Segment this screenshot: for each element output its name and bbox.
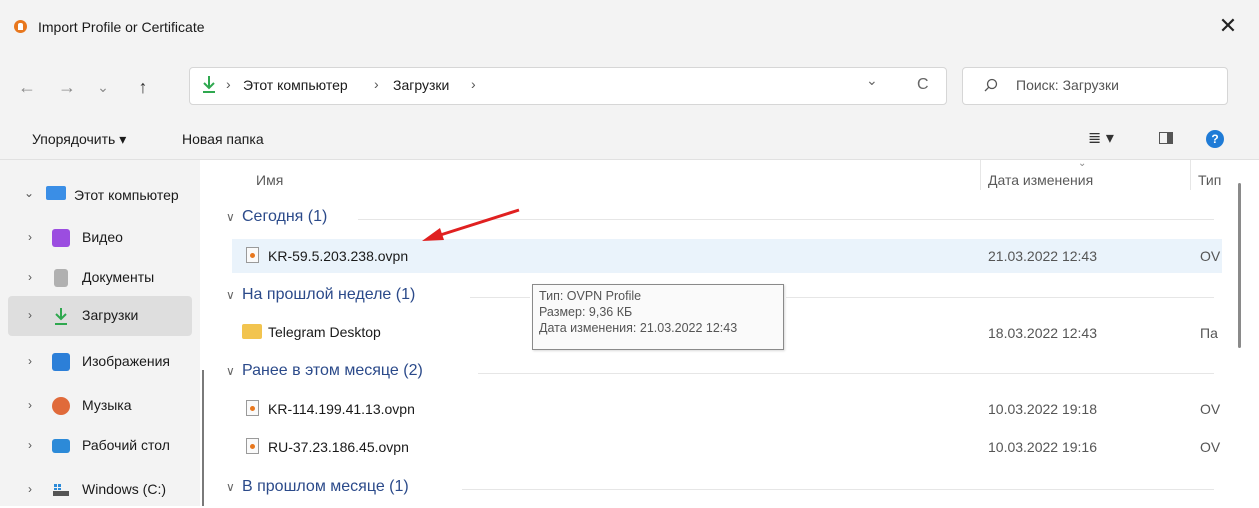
window-title: Import Profile or Certificate	[38, 19, 205, 35]
sort-chevron-icon: ⌄	[1078, 158, 1087, 169]
documents-icon	[54, 269, 68, 287]
file-list-scrollbar[interactable]	[1238, 183, 1241, 348]
expand-chevron-icon[interactable]: ›	[28, 398, 32, 412]
file-name[interactable]: KR-59.5.203.238.ovpn	[268, 248, 408, 264]
file-type: OV	[1200, 439, 1221, 455]
column-divider	[1190, 160, 1191, 190]
file-date: 21.03.2022 12:43	[988, 248, 1097, 264]
sidebar-item-windows-c[interactable]: › Windows (C:)	[0, 472, 200, 508]
file-date: 10.03.2022 19:16	[988, 439, 1097, 455]
organize-button[interactable]: Упорядочить ▾	[32, 131, 126, 148]
group-header-last-month[interactable]: В прошлом месяце (1)	[242, 478, 409, 496]
group-header-earlier-this-month[interactable]: Ранее в этом месяце (2)	[242, 362, 423, 380]
sidebar-item-music[interactable]: › Музыка	[0, 388, 200, 424]
ovpn-file-icon	[246, 400, 259, 416]
up-button[interactable]: ↑	[130, 74, 156, 100]
back-button[interactable]: ←	[14, 74, 40, 100]
expand-chevron-icon[interactable]: ›	[28, 438, 32, 452]
file-tooltip: Тип: OVPN Profile Размер: 9,36 КБ Дата и…	[532, 284, 784, 350]
sidebar-item-label: Музыка	[82, 397, 132, 413]
group-collapse-icon[interactable]: ∨	[226, 210, 235, 224]
file-type: Па	[1200, 325, 1218, 341]
file-name[interactable]: RU-37.23.186.45.ovpn	[268, 439, 409, 455]
computer-icon	[46, 186, 66, 200]
expand-chevron-icon[interactable]: ›	[28, 230, 32, 244]
downloads-icon	[52, 307, 70, 325]
breadcrumb-item-this-pc[interactable]: Этот компьютер	[243, 77, 348, 93]
sidebar-item-video[interactable]: › Видео	[0, 220, 200, 256]
expand-chevron-icon[interactable]: ›	[28, 308, 32, 322]
expand-chevron-icon[interactable]: ›	[28, 270, 32, 284]
new-folder-button[interactable]: Новая папка	[182, 131, 264, 147]
sidebar-item-pictures[interactable]: › Изображения	[0, 344, 200, 380]
sidebar-item-desktop[interactable]: › Рабочий стол	[0, 428, 200, 464]
search-icon	[984, 78, 998, 92]
file-date: 18.03.2022 12:43	[988, 325, 1097, 341]
column-header-name[interactable]: Имя	[256, 172, 283, 188]
ovpn-file-icon	[246, 438, 259, 454]
sidebar-item-label: Изображения	[82, 353, 170, 369]
breadcrumb-item-downloads[interactable]: Загрузки	[393, 77, 449, 93]
group-divider	[478, 373, 1214, 374]
sidebar-item-downloads[interactable]: › Загрузки	[0, 298, 200, 334]
expand-chevron-icon[interactable]: ⌄	[24, 186, 34, 200]
sidebar-item-this-pc[interactable]: ⌄ Этот компьютер	[0, 176, 200, 212]
folder-icon	[242, 324, 262, 339]
expand-chevron-icon[interactable]: ›	[28, 354, 32, 368]
close-button[interactable]: ✕	[1208, 10, 1248, 42]
sidebar-item-label: Windows (C:)	[82, 481, 167, 497]
group-collapse-icon[interactable]: ∨	[226, 364, 235, 378]
sidebar-item-label: Этот компьютер	[74, 187, 179, 203]
recent-locations-button[interactable]: ⌄	[90, 74, 116, 100]
preview-pane-icon[interactable]	[1159, 132, 1173, 144]
app-icon	[14, 20, 27, 33]
sidebar-item-documents[interactable]: › Документы	[0, 260, 200, 296]
pictures-icon	[52, 353, 70, 371]
breadcrumb-separator: ›	[471, 76, 476, 92]
breadcrumb-separator: ›	[226, 76, 231, 92]
tooltip-size: Размер: 9,36 КБ	[539, 305, 633, 319]
sidebar-item-label: Видео	[82, 229, 123, 245]
forward-button[interactable]: →	[54, 74, 80, 100]
red-arrow-annotation	[418, 206, 524, 246]
ovpn-file-icon	[246, 247, 259, 263]
file-type: OV	[1200, 401, 1221, 417]
music-icon	[52, 397, 70, 415]
breadcrumb-separator: ›	[374, 76, 379, 92]
refresh-button[interactable]: C	[917, 76, 929, 94]
file-name[interactable]: KR-114.199.41.13.ovpn	[268, 401, 415, 417]
address-dropdown-button[interactable]: ⌄	[866, 72, 878, 89]
column-divider	[980, 160, 981, 190]
group-divider	[470, 297, 530, 298]
search-placeholder: Поиск: Загрузки	[1016, 77, 1119, 93]
sidebar-item-label: Документы	[82, 269, 155, 285]
view-options-button[interactable]: ≣ ▾	[1088, 128, 1114, 148]
drive-icon	[52, 481, 70, 499]
video-icon	[52, 229, 70, 247]
sidebar-scrollbar[interactable]	[202, 370, 204, 506]
expand-chevron-icon[interactable]: ›	[28, 482, 32, 496]
group-header-today[interactable]: Сегодня (1)	[242, 208, 327, 226]
file-type: OV	[1200, 248, 1221, 264]
tooltip-modified: Дата изменения: 21.03.2022 12:43	[539, 321, 738, 335]
group-divider	[462, 489, 1214, 490]
group-divider	[786, 297, 1214, 298]
tooltip-type: Тип: OVPN Profile	[539, 289, 642, 303]
column-header-type[interactable]: Тип	[1198, 172, 1226, 188]
downloads-icon	[201, 74, 217, 96]
help-icon[interactable]: ?	[1206, 130, 1224, 148]
group-collapse-icon[interactable]: ∨	[226, 480, 235, 494]
sidebar-item-label: Рабочий стол	[82, 437, 170, 453]
column-header-date[interactable]: Дата изменения	[988, 172, 1093, 188]
file-date: 10.03.2022 19:18	[988, 401, 1097, 417]
group-collapse-icon[interactable]: ∨	[226, 288, 235, 302]
file-name[interactable]: Telegram Desktop	[268, 324, 381, 340]
desktop-icon	[52, 439, 70, 453]
sidebar-item-label: Загрузки	[82, 307, 139, 323]
group-header-last-week[interactable]: На прошлой неделе (1)	[242, 286, 415, 304]
